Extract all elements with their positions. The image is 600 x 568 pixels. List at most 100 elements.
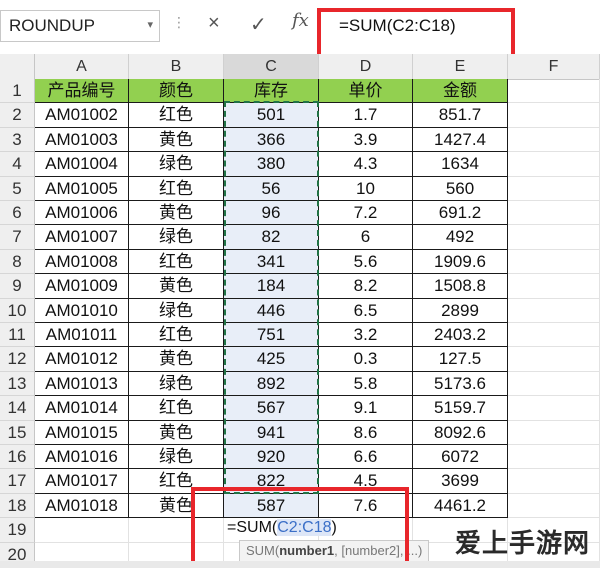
data-cell[interactable]: AM01007 bbox=[35, 225, 129, 250]
data-cell[interactable]: 5.6 bbox=[319, 249, 413, 275]
data-cell[interactable]: AM01006 bbox=[35, 201, 129, 226]
data-cell[interactable]: 6072 bbox=[413, 445, 508, 470]
data-cell[interactable]: 380 bbox=[224, 152, 319, 177]
data-cell[interactable]: 绿色 bbox=[129, 298, 224, 323]
column-header-d[interactable]: D bbox=[319, 54, 413, 79]
empty-cell[interactable] bbox=[508, 396, 600, 421]
data-cell[interactable]: 红色 bbox=[129, 396, 224, 421]
row-header[interactable]: 9 bbox=[0, 274, 35, 299]
header-cell[interactable]: 金额 bbox=[413, 79, 508, 104]
data-cell[interactable]: 892 bbox=[224, 371, 319, 397]
row-header[interactable]: 3 bbox=[0, 127, 35, 153]
data-cell[interactable]: AM01013 bbox=[35, 371, 129, 397]
data-cell[interactable]: 560 bbox=[413, 176, 508, 201]
data-cell[interactable]: AM01017 bbox=[35, 469, 129, 494]
column-header-a[interactable]: A bbox=[35, 54, 129, 79]
data-cell[interactable]: AM01008 bbox=[35, 249, 129, 275]
data-cell[interactable]: 184 bbox=[224, 274, 319, 299]
data-cell[interactable]: 96 bbox=[224, 201, 319, 226]
data-cell[interactable]: 9.1 bbox=[319, 396, 413, 421]
empty-cell[interactable] bbox=[508, 371, 600, 397]
data-cell[interactable]: AM01005 bbox=[35, 176, 129, 201]
data-cell[interactable]: 绿色 bbox=[129, 445, 224, 470]
column-header-f[interactable]: F bbox=[508, 54, 600, 79]
insert-function-icon[interactable]: fx bbox=[292, 10, 309, 31]
empty-cell[interactable] bbox=[508, 493, 600, 519]
data-cell[interactable]: 127.5 bbox=[413, 347, 508, 372]
data-cell[interactable]: 黄色 bbox=[129, 347, 224, 372]
data-cell[interactable]: 10 bbox=[319, 176, 413, 201]
data-cell[interactable]: 6.6 bbox=[319, 445, 413, 470]
empty-cell[interactable] bbox=[508, 79, 600, 104]
data-cell[interactable]: 941 bbox=[224, 420, 319, 445]
row-header[interactable]: 16 bbox=[0, 445, 35, 470]
data-cell[interactable]: 红色 bbox=[129, 323, 224, 348]
data-cell[interactable]: 8.2 bbox=[319, 274, 413, 299]
empty-cell[interactable] bbox=[508, 420, 600, 445]
enter-icon[interactable]: ✓ bbox=[250, 12, 267, 37]
data-cell[interactable]: 492 bbox=[413, 225, 508, 250]
empty-cell[interactable] bbox=[508, 103, 600, 128]
data-cell[interactable]: 6 bbox=[319, 225, 413, 250]
select-all-corner[interactable] bbox=[0, 54, 35, 79]
data-cell[interactable]: 8092.6 bbox=[413, 420, 508, 445]
empty-cell[interactable] bbox=[508, 201, 600, 226]
data-cell[interactable]: 425 bbox=[224, 347, 319, 372]
cancel-icon[interactable]: × bbox=[208, 12, 220, 35]
empty-cell[interactable] bbox=[508, 274, 600, 299]
empty-cell[interactable] bbox=[508, 298, 600, 323]
data-cell[interactable]: AM01002 bbox=[35, 103, 129, 128]
data-cell[interactable]: 3.2 bbox=[319, 323, 413, 348]
header-cell[interactable]: 颜色 bbox=[129, 79, 224, 104]
row-header[interactable]: 13 bbox=[0, 371, 35, 397]
data-cell[interactable]: 5159.7 bbox=[413, 396, 508, 421]
row-header[interactable]: 4 bbox=[0, 152, 35, 177]
data-cell[interactable]: 绿色 bbox=[129, 152, 224, 177]
row-header[interactable]: 18 bbox=[0, 493, 35, 519]
data-cell[interactable]: 绿色 bbox=[129, 371, 224, 397]
data-cell[interactable]: 366 bbox=[224, 127, 319, 153]
data-cell[interactable]: 5173.6 bbox=[413, 371, 508, 397]
empty-cell[interactable] bbox=[508, 152, 600, 177]
data-cell[interactable]: 黄色 bbox=[129, 420, 224, 445]
row-header[interactable]: 5 bbox=[0, 176, 35, 201]
row-header[interactable]: 12 bbox=[0, 347, 35, 372]
data-cell[interactable]: 1634 bbox=[413, 152, 508, 177]
row-header[interactable]: 8 bbox=[0, 249, 35, 275]
data-cell[interactable]: 8.6 bbox=[319, 420, 413, 445]
header-cell[interactable]: 产品编号 bbox=[35, 79, 129, 104]
data-cell[interactable]: AM01003 bbox=[35, 127, 129, 153]
data-cell[interactable]: 1427.4 bbox=[413, 127, 508, 153]
row-header[interactable]: 14 bbox=[0, 396, 35, 421]
data-cell[interactable]: 501 bbox=[224, 103, 319, 128]
data-cell[interactable]: 567 bbox=[224, 396, 319, 421]
data-cell[interactable]: 851.7 bbox=[413, 103, 508, 128]
data-cell[interactable]: AM01015 bbox=[35, 420, 129, 445]
column-header-c[interactable]: C bbox=[224, 54, 319, 79]
data-cell[interactable]: AM01014 bbox=[35, 396, 129, 421]
row-header[interactable]: 19 bbox=[0, 518, 35, 543]
empty-cell[interactable] bbox=[508, 127, 600, 153]
data-cell[interactable]: 6.5 bbox=[319, 298, 413, 323]
data-cell[interactable]: AM01012 bbox=[35, 347, 129, 372]
name-box[interactable]: ROUNDUP ▾ bbox=[0, 10, 160, 42]
data-cell[interactable]: AM01009 bbox=[35, 274, 129, 299]
data-cell[interactable]: AM01004 bbox=[35, 152, 129, 177]
data-cell[interactable]: 1.7 bbox=[319, 103, 413, 128]
data-cell[interactable]: AM01018 bbox=[35, 493, 129, 519]
header-cell[interactable]: 库存 bbox=[224, 79, 319, 104]
data-cell[interactable]: 446 bbox=[224, 298, 319, 323]
row-header[interactable]: 10 bbox=[0, 298, 35, 323]
column-header-e[interactable]: E bbox=[413, 54, 508, 79]
empty-cell[interactable] bbox=[508, 249, 600, 275]
data-cell[interactable]: 0.3 bbox=[319, 347, 413, 372]
empty-cell[interactable] bbox=[508, 323, 600, 348]
data-cell[interactable]: 751 bbox=[224, 323, 319, 348]
data-cell[interactable]: 2899 bbox=[413, 298, 508, 323]
data-cell[interactable]: 920 bbox=[224, 445, 319, 470]
data-cell[interactable]: AM01016 bbox=[35, 445, 129, 470]
data-cell[interactable]: 56 bbox=[224, 176, 319, 201]
data-cell[interactable]: 红色 bbox=[129, 249, 224, 275]
header-cell[interactable]: 单价 bbox=[319, 79, 413, 104]
row-header[interactable]: 15 bbox=[0, 420, 35, 445]
